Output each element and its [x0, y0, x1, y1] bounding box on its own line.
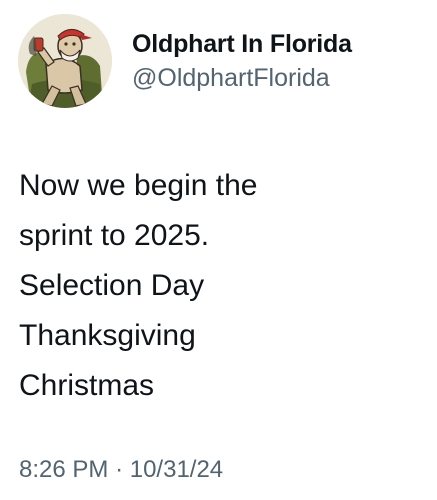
tweet-text-line: Now we begin the [19, 169, 258, 202]
display-name[interactable]: Oldphart In Florida [132, 28, 352, 60]
tweet-date: 10/31/24 [129, 456, 224, 483]
tweet-text-line: sprint to 2025. [19, 219, 210, 252]
cartoon-old-man-in-armchair-avatar [18, 14, 112, 108]
tweet-text-line: Christmas [19, 369, 155, 402]
tweet-text: Now we begin the sprint to 2025. Selecti… [19, 161, 419, 411]
tweet-timestamp[interactable]: 8:26 PM · 10/31/24 [19, 454, 223, 486]
tweet-text-line: Selection Day [19, 269, 205, 302]
timestamp-separator: · [115, 456, 124, 483]
user-names: Oldphart In Florida @OldphartFlorida [132, 28, 352, 94]
tweet-time: 8:26 PM [19, 456, 109, 483]
tweet: Oldphart In Florida @OldphartFlorida Now… [0, 0, 437, 500]
user-handle[interactable]: @OldphartFlorida [132, 62, 352, 94]
tweet-text-line: Thanksgiving [19, 319, 196, 352]
tweet-header: Oldphart In Florida @OldphartFlorida [18, 14, 352, 108]
avatar[interactable] [18, 14, 112, 108]
